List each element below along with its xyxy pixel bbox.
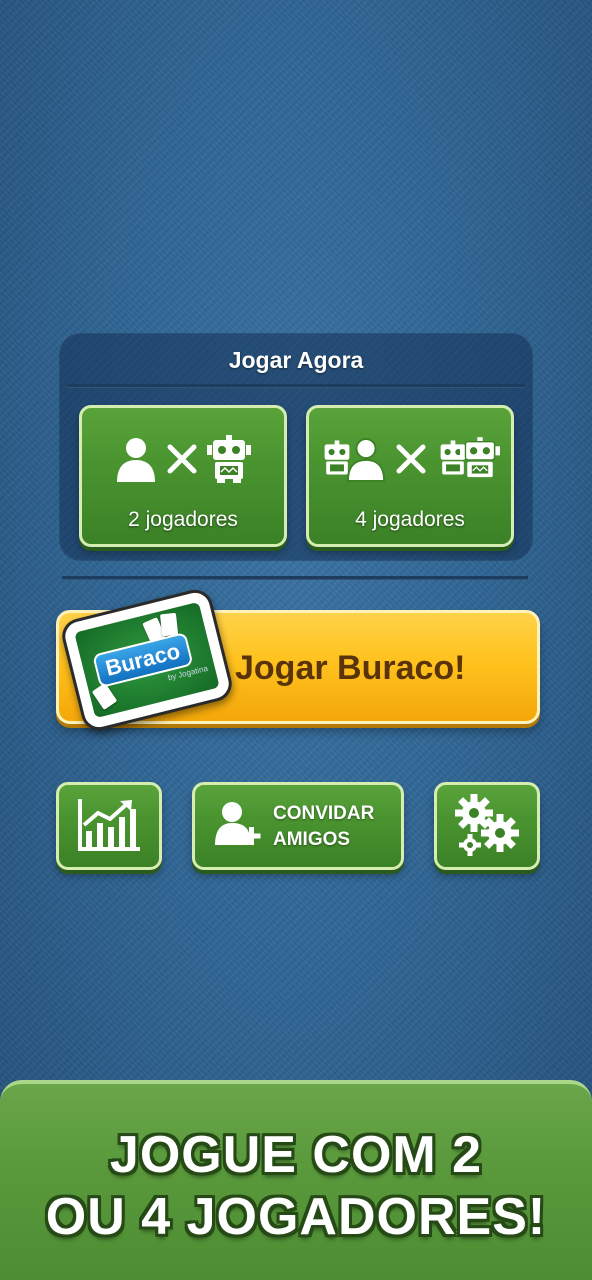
invite-friends-button[interactable]: CONVIDAR AMIGOS — [192, 782, 404, 870]
app-screen: Jogar Agora 2 jogadores 4 jogadores Joga… — [0, 0, 592, 1280]
invite-label-line2: AMIGOS — [273, 829, 351, 850]
four-players-label: 4 jogadores — [355, 508, 465, 531]
panel-divider — [67, 384, 525, 388]
phone-screen: Buraco by Jogatina — [74, 601, 220, 719]
card-icon — [91, 682, 118, 710]
settings-button[interactable] — [434, 782, 540, 870]
mode-icons — [82, 434, 284, 484]
gears-icon — [455, 794, 519, 856]
invite-label-line1: CONVIDAR — [273, 803, 375, 824]
person-icon — [346, 438, 386, 482]
two-players-button[interactable]: 2 jogadores — [79, 405, 287, 547]
versus-icon — [167, 444, 197, 474]
promo-banner: JOGUE COM 2 OU 4 JOGADORES! — [0, 1080, 592, 1280]
chart-icon — [78, 799, 140, 851]
two-players-label: 2 jogadores — [128, 508, 238, 531]
section-divider — [62, 576, 528, 580]
panel-title: Jogar Agora — [228, 347, 364, 373]
play-now-panel: Jogar Agora 2 jogadores 4 jogadores — [59, 333, 533, 561]
robot-icon — [207, 435, 251, 483]
invite-friends-label: CONVIDAR AMIGOS — [273, 801, 374, 853]
versus-icon — [396, 444, 426, 474]
card-icon — [159, 612, 179, 637]
stats-button[interactable] — [56, 782, 162, 870]
four-players-button[interactable]: 4 jogadores — [306, 405, 514, 547]
promo-text: JOGUE COM 2 OU 4 JOGADORES! — [0, 1124, 592, 1248]
robot-icon — [460, 437, 500, 478]
promo-line1: JOGUE COM 2 — [109, 1126, 483, 1184]
mode-icons — [309, 434, 511, 484]
add-user-icon — [215, 802, 261, 845]
promo-line2: OU 4 JOGADORES! — [45, 1188, 547, 1246]
play-buraco-label: Jogar Buraco! — [235, 649, 466, 687]
person-icon — [117, 438, 155, 482]
